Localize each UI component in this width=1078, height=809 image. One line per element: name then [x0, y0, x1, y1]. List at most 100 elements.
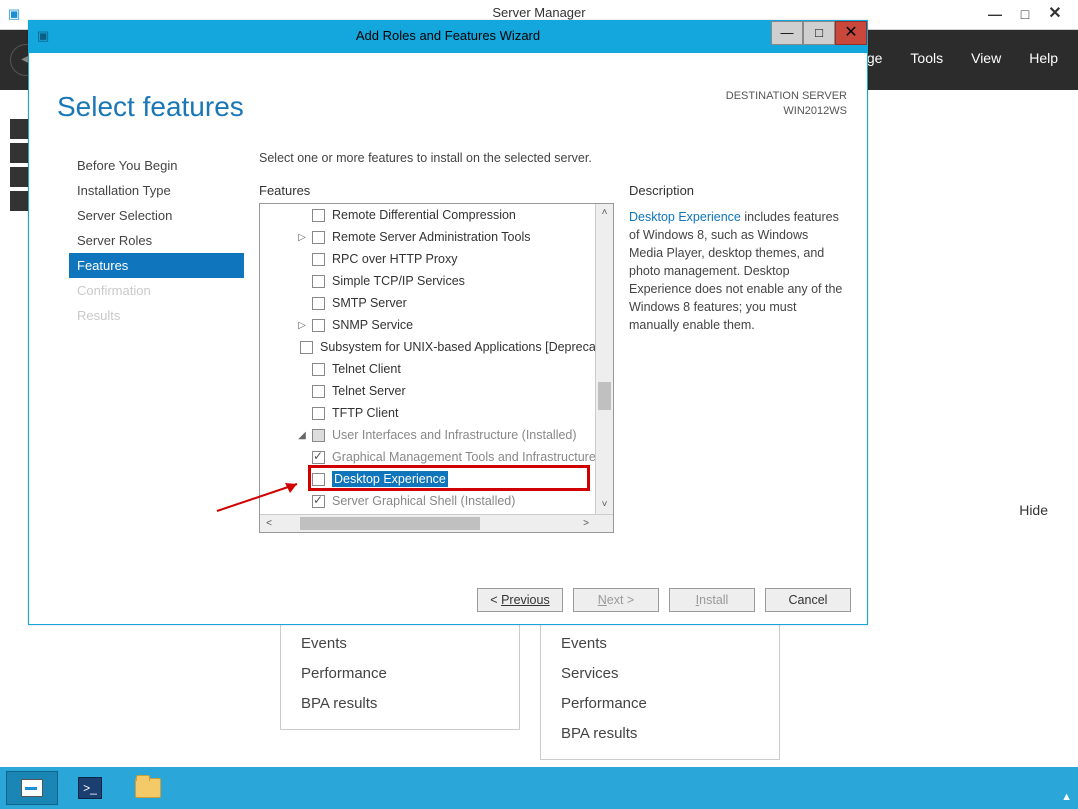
checkbox[interactable]	[312, 231, 325, 244]
powershell-icon: >_	[78, 777, 102, 799]
bg-item[interactable]: BPA results	[301, 689, 499, 719]
vertical-scrollbar[interactable]: ˄ ˅	[595, 204, 613, 514]
next-button[interactable]: Next >	[573, 588, 659, 612]
wizard-nav: Before You BeginInstallation TypeServer …	[69, 153, 244, 328]
features-list: Remote Differential Compression ▷ Remote S…	[260, 204, 595, 514]
scroll-down-icon[interactable]: ˅	[596, 496, 613, 514]
scroll-thumb[interactable]	[598, 382, 611, 410]
menu-tools[interactable]: Tools	[910, 50, 943, 66]
feature-graphical-management-tools-and[interactable]: Graphical Management Tools and Infrastru…	[260, 446, 595, 468]
description-text: Desktop Experience includes features of …	[629, 208, 844, 334]
nav-before-you-begin[interactable]: Before You Begin	[69, 153, 244, 178]
bg-col-b: Events Services Performance BPA results	[540, 618, 780, 760]
feature-label: RPC over HTTP Proxy	[332, 252, 458, 266]
expander-icon[interactable]: ▷	[296, 232, 308, 243]
scroll-left-icon[interactable]: ˂	[260, 515, 278, 533]
bg-col-a: Events Performance BPA results	[280, 618, 520, 730]
checkbox[interactable]	[312, 319, 325, 332]
feature-label: Server Graphical Shell (Installed)	[332, 494, 515, 508]
dialog-titlebar: ▣ Add Roles and Features Wizard — □ ✕	[29, 21, 867, 53]
checkbox[interactable]	[312, 275, 325, 288]
expander-icon[interactable]: ▷	[296, 320, 308, 331]
checkbox[interactable]	[312, 363, 325, 376]
feature-desktop-experience[interactable]: Desktop Experience	[260, 468, 595, 490]
feature-label: TFTP Client	[332, 406, 398, 420]
nav-installation-type[interactable]: Installation Type	[69, 178, 244, 203]
instruction-text: Select one or more features to install o…	[259, 151, 592, 165]
bg-item[interactable]: Performance	[561, 689, 759, 719]
description-link[interactable]: Desktop Experience	[629, 210, 741, 224]
feature-telnet-server[interactable]: Telnet Server	[260, 380, 595, 402]
checkbox[interactable]	[312, 473, 325, 486]
features-tree: Remote Differential Compression ▷ Remote S…	[259, 203, 614, 533]
parent-close-button[interactable]: ✕	[1042, 4, 1068, 24]
expander-icon[interactable]: ◢	[296, 430, 308, 441]
taskbar-powershell[interactable]: >_	[64, 771, 116, 805]
cancel-button[interactable]: Cancel	[765, 588, 851, 612]
feature-simple-tcp-ip-services[interactable]: Simple TCP/IP Services	[260, 270, 595, 292]
checkbox[interactable]	[312, 495, 325, 508]
feature-label: Subsystem for UNIX-based Applications [D…	[320, 340, 595, 354]
taskbar-server-manager[interactable]	[6, 771, 58, 805]
parent-title: Server Manager	[0, 5, 1078, 20]
folder-icon	[135, 778, 161, 798]
hscroll-thumb[interactable]	[300, 517, 480, 530]
checkbox[interactable]	[312, 297, 325, 310]
feature-server-graphical-shell-install[interactable]: Server Graphical Shell (Installed)	[260, 490, 595, 512]
scroll-up-icon[interactable]: ˄	[596, 204, 613, 222]
dialog-title: Add Roles and Features Wizard	[29, 28, 867, 43]
checkbox[interactable]	[312, 407, 325, 420]
description-label: Description	[629, 183, 694, 198]
menu-item-partial[interactable]: ge	[867, 50, 883, 66]
checkbox[interactable]	[312, 385, 325, 398]
dialog-close-button[interactable]: ✕	[835, 21, 867, 45]
nav-server-selection[interactable]: Server Selection	[69, 203, 244, 228]
bg-item[interactable]: Events	[561, 629, 759, 659]
checkbox[interactable]	[312, 253, 325, 266]
nav-server-roles[interactable]: Server Roles	[69, 228, 244, 253]
checkbox[interactable]	[300, 341, 313, 354]
feature-snmp-service[interactable]: ▷ SNMP Service	[260, 314, 595, 336]
feature-label: User Interfaces and Infrastructure (Inst…	[332, 428, 577, 442]
hide-link[interactable]: Hide	[1019, 502, 1048, 518]
wizard-dialog: ▣ Add Roles and Features Wizard — □ ✕ Se…	[28, 20, 868, 625]
feature-subsystem-for-unix-based-appli[interactable]: Subsystem for UNIX-based Applications [D…	[260, 336, 595, 358]
feature-label: SMTP Server	[332, 296, 407, 310]
parent-minimize-button[interactable]: —	[982, 4, 1008, 24]
previous-button[interactable]: < Previous	[477, 588, 563, 612]
bg-item[interactable]: BPA results	[561, 719, 759, 749]
feature-smtp-server[interactable]: SMTP Server	[260, 292, 595, 314]
dialog-minimize-button[interactable]: —	[771, 21, 803, 45]
horizontal-scrollbar[interactable]: ˂ ˃	[260, 514, 613, 532]
checkbox[interactable]	[312, 451, 325, 464]
feature-label: Remote Differential Compression	[332, 208, 516, 222]
feature-label: Desktop Experience	[332, 471, 448, 487]
nav-features[interactable]: Features	[69, 253, 244, 278]
install-button[interactable]: Install	[669, 588, 755, 612]
features-label: Features	[259, 183, 310, 198]
feature-label: Remote Server Administration Tools	[332, 230, 530, 244]
menu-help[interactable]: Help	[1029, 50, 1058, 66]
checkbox[interactable]	[312, 429, 325, 442]
feature-remote-server-administration-t[interactable]: ▷ Remote Server Administration Tools	[260, 226, 595, 248]
destination-server: WIN2012WS	[726, 104, 847, 119]
feature-rpc-over-http-proxy[interactable]: RPC over HTTP Proxy	[260, 248, 595, 270]
menu-view[interactable]: View	[971, 50, 1001, 66]
feature-remote-differential-compressio[interactable]: Remote Differential Compression	[260, 204, 595, 226]
server-manager-icon	[21, 779, 43, 797]
feature-tftp-client[interactable]: TFTP Client	[260, 402, 595, 424]
scroll-right-icon[interactable]: ˃	[577, 515, 595, 533]
bg-item[interactable]: Performance	[301, 659, 499, 689]
feature-label: SNMP Service	[332, 318, 413, 332]
system-tray[interactable]: ▲	[1061, 791, 1072, 803]
parent-maximize-button[interactable]: □	[1012, 4, 1038, 24]
bg-item[interactable]: Services	[561, 659, 759, 689]
feature-label: Graphical Management Tools and Infrastru…	[332, 450, 595, 464]
feature-telnet-client[interactable]: Telnet Client	[260, 358, 595, 380]
taskbar-explorer[interactable]	[122, 771, 174, 805]
checkbox[interactable]	[312, 209, 325, 222]
bg-item[interactable]: Events	[301, 629, 499, 659]
dialog-maximize-button[interactable]: □	[803, 21, 835, 45]
feature-user-interfaces-and-infrastruc[interactable]: ◢ User Interfaces and Infrastructure (Ins…	[260, 424, 595, 446]
taskbar: >_ ▲	[0, 767, 1078, 809]
